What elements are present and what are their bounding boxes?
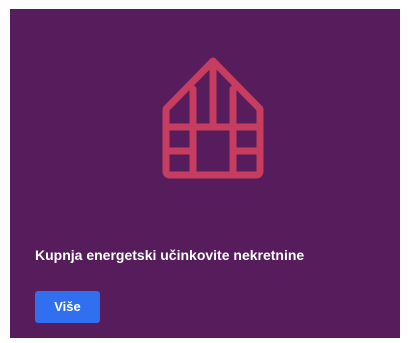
card-title: Kupnja energetski učinkovite nekretnine [35,247,305,263]
greenhouse-house-icon [154,53,272,181]
feature-card: Kupnja energetski učinkovite nekretnine … [10,9,400,338]
more-button[interactable]: Više [35,291,100,323]
